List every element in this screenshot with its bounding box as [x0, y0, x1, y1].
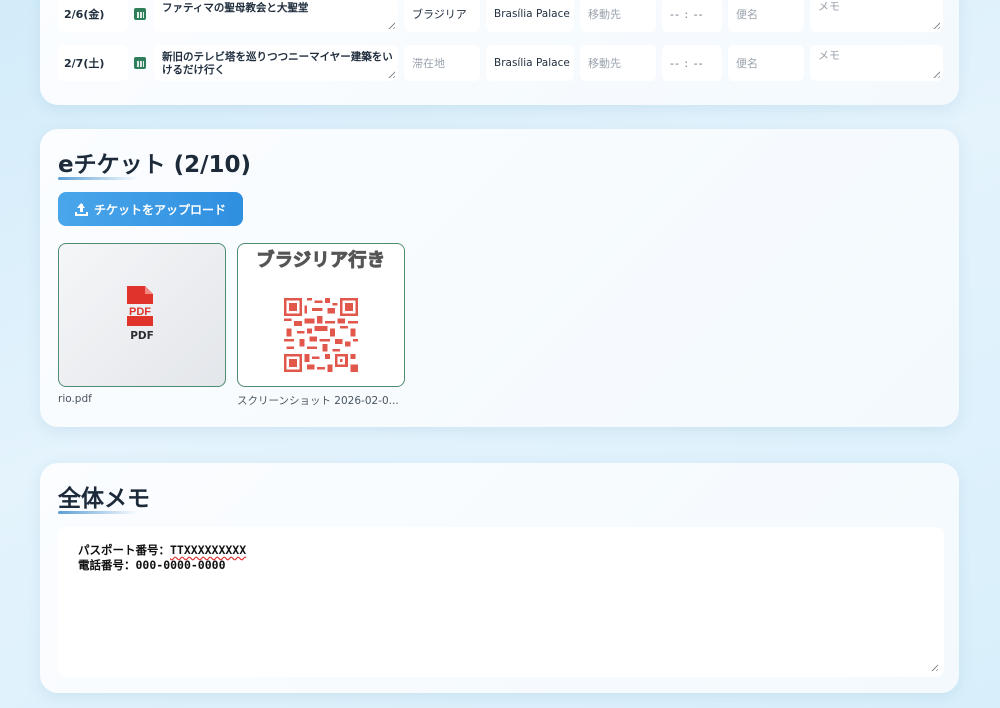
- ticket-filename: rio.pdf: [58, 393, 92, 405]
- memo-placeholder: メモ: [818, 0, 840, 13]
- ticket-thumbnail-image[interactable]: ブラジリア行き: [237, 243, 405, 387]
- qr-code-icon: [284, 298, 358, 372]
- title-underline: [58, 511, 138, 514]
- eticket-title: eチケット (2/10): [58, 152, 252, 178]
- schedule-row: 2/7(土) 新旧のテレビ塔を巡りつつニーマイヤー建築をいけるだけ行く 滞在地 …: [58, 45, 943, 81]
- ticket-thumbnail-pdf[interactable]: PDF PDF: [58, 243, 226, 387]
- date-field[interactable]: 2/7(土): [58, 45, 128, 81]
- image-text: ブラジリア行き: [256, 250, 386, 272]
- overall-memo-textarea[interactable]: パスポート番号：TTXXXXXXXXX 電話番号：000-0000-0000: [58, 527, 944, 677]
- memo-line-label: パスポート番号：: [78, 543, 170, 557]
- resize-handle-icon[interactable]: [929, 662, 938, 671]
- flight-number-input[interactable]: 便名: [728, 45, 804, 81]
- memo-placeholder: メモ: [818, 49, 840, 62]
- memo-title: 全体メモ: [58, 486, 150, 512]
- date-field[interactable]: 2/6(金): [58, 0, 128, 32]
- hotel-input[interactable]: Brasília Palace: [486, 45, 574, 81]
- memo-line-value: 000-0000-0000: [135, 558, 226, 572]
- svg-text:PDF: PDF: [129, 306, 151, 318]
- destination-input[interactable]: 移動先: [580, 0, 656, 32]
- stay-location-input[interactable]: 滞在地: [404, 45, 480, 81]
- resize-handle-icon[interactable]: [931, 69, 940, 78]
- eticket-card: eチケット (2/10) チケットをアップロード PDF PDF rio.pdf…: [40, 129, 959, 427]
- upload-icon: [74, 202, 88, 216]
- title-underline: [58, 177, 138, 180]
- time-input[interactable]: -- : --: [662, 0, 722, 32]
- activity-textarea[interactable]: 新旧のテレビ塔を巡りつつニーマイヤー建築をいけるだけ行く: [154, 45, 398, 81]
- overall-memo-card: 全体メモ パスポート番号：TTXXXXXXXXX 電話番号：000-0000-0…: [40, 463, 959, 693]
- resize-handle-icon[interactable]: [931, 20, 940, 29]
- memo-line-value: TTXXXXXXXXX: [170, 543, 247, 557]
- row-memo-textarea[interactable]: メモ: [810, 45, 943, 81]
- ticket-filename: スクリーンショット 2026-02-0...: [237, 395, 399, 407]
- upload-button-label: チケットをアップロード: [93, 202, 226, 217]
- hotel-input[interactable]: Brasília Palace: [486, 0, 574, 32]
- time-input[interactable]: -- : --: [662, 45, 722, 81]
- pdf-badge-label: PDF: [130, 330, 154, 342]
- calendar-icon[interactable]: [128, 0, 152, 32]
- destination-input[interactable]: 移動先: [580, 45, 656, 81]
- upload-ticket-button[interactable]: チケットをアップロード: [58, 192, 243, 226]
- memo-line-label: 電話番号：: [78, 558, 136, 572]
- schedule-row: 2/6(金) ファティマの聖母教会と大聖堂 ブラジリア Brasília Pal…: [58, 0, 943, 32]
- activity-text: 新旧のテレビ塔を巡りつつニーマイヤー建築をいけるだけ行く: [162, 51, 393, 76]
- activity-textarea[interactable]: ファティマの聖母教会と大聖堂: [154, 0, 398, 32]
- pdf-file-icon: PDF: [127, 286, 153, 326]
- resize-handle-icon[interactable]: [386, 20, 395, 29]
- calendar-icon[interactable]: [128, 45, 152, 81]
- memo-line: パスポート番号：TTXXXXXXXXX: [78, 543, 924, 558]
- memo-line: 電話番号：000-0000-0000: [78, 558, 924, 573]
- row-memo-textarea[interactable]: メモ: [810, 0, 943, 32]
- activity-text: ファティマの聖母教会と大聖堂: [162, 2, 309, 14]
- schedule-card: 2/6(金) ファティマの聖母教会と大聖堂 ブラジリア Brasília Pal…: [40, 0, 959, 105]
- stay-location-input[interactable]: ブラジリア: [404, 0, 480, 32]
- flight-number-input[interactable]: 便名: [728, 0, 804, 32]
